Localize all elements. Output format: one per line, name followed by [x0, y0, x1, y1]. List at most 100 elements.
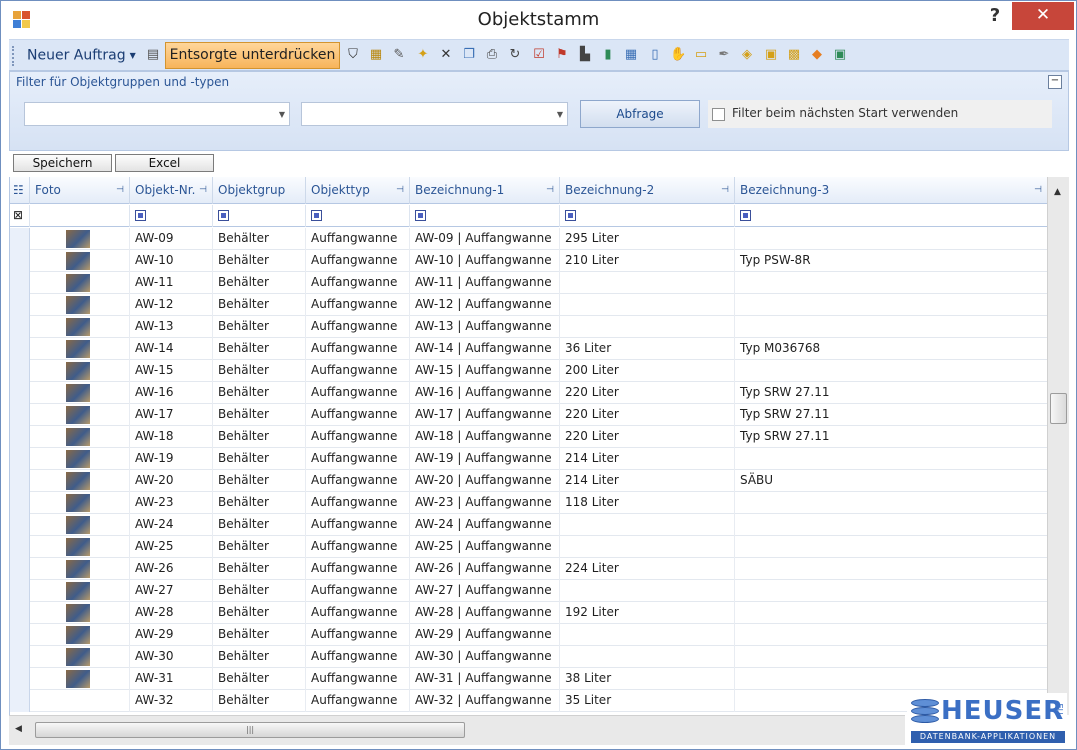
bez2-cell[interactable]: 220 Liter — [560, 426, 735, 448]
group-cell[interactable]: Behälter — [213, 580, 306, 602]
bez3-cell[interactable]: Typ SRW 27.11 — [735, 404, 1047, 426]
bez2-cell[interactable] — [560, 536, 735, 558]
bez2-cell[interactable] — [560, 294, 735, 316]
photo-cell[interactable] — [30, 536, 130, 558]
book-icon[interactable]: ▮ — [600, 47, 616, 63]
photo-cell[interactable] — [30, 294, 130, 316]
bez1-cell[interactable]: AW-14 | Auffangwanne — [410, 338, 560, 360]
bez1-cell[interactable]: AW-11 | Auffangwanne — [410, 272, 560, 294]
description-3-column-header[interactable]: Bezeichnung-3 ⊣ — [735, 177, 1047, 204]
paste-icon[interactable]: ▣ — [763, 47, 779, 63]
group-cell[interactable]: Behälter — [213, 602, 306, 624]
photo-cell[interactable] — [30, 382, 130, 404]
row-indicator[interactable] — [10, 514, 30, 536]
column-filter-cell[interactable] — [130, 205, 213, 227]
nr-cell[interactable]: AW-10 — [130, 250, 213, 272]
bez1-cell[interactable]: AW-18 | Auffangwanne — [410, 426, 560, 448]
nr-cell[interactable]: AW-09 — [130, 228, 213, 250]
photo-cell[interactable] — [30, 338, 130, 360]
group-cell[interactable]: Behälter — [213, 690, 306, 712]
row-indicator[interactable] — [10, 470, 30, 492]
photo-cell[interactable] — [30, 492, 130, 514]
vertical-scrollbar[interactable]: ▲ — [1047, 177, 1069, 715]
photo-cell[interactable] — [30, 580, 130, 602]
bez1-cell[interactable]: AW-32 | Auffangwanne — [410, 690, 560, 712]
nr-cell[interactable]: AW-25 — [130, 536, 213, 558]
row-indicator[interactable] — [10, 382, 30, 404]
bez3-cell[interactable] — [735, 492, 1047, 514]
group-cell[interactable]: Behälter — [213, 250, 306, 272]
photo-thumbnail[interactable] — [66, 362, 90, 380]
object-group-column-header[interactable]: Objektgrup — [213, 177, 306, 204]
group-cell[interactable]: Behälter — [213, 360, 306, 382]
bez2-cell[interactable]: 220 Liter — [560, 404, 735, 426]
nr-cell[interactable]: AW-23 — [130, 492, 213, 514]
nr-cell[interactable]: AW-17 — [130, 404, 213, 426]
new-order-dropdown[interactable]: Neuer Auftrag ▼ — [21, 43, 142, 68]
nr-cell[interactable]: AW-16 — [130, 382, 213, 404]
bez1-cell[interactable]: AW-20 | Auffangwanne — [410, 470, 560, 492]
bez1-cell[interactable]: AW-23 | Auffangwanne — [410, 492, 560, 514]
bez1-cell[interactable]: AW-13 | Auffangwanne — [410, 316, 560, 338]
table-row[interactable]: AW-18 Behälter Auffangwanne AW-18 | Auffang… — [10, 426, 1047, 448]
bez3-cell[interactable] — [735, 668, 1047, 690]
photo-cell[interactable] — [30, 360, 130, 382]
type-cell[interactable]: Auffangwanne — [306, 228, 410, 250]
bez3-cell[interactable] — [735, 360, 1047, 382]
bez2-cell[interactable]: 36 Liter — [560, 338, 735, 360]
nr-cell[interactable]: AW-31 — [130, 668, 213, 690]
description-1-column-header[interactable]: Bezeichnung-1 ⊣ — [410, 177, 560, 204]
table-row[interactable]: AW-27 Behälter Auffangwanne AW-27 | Auffang… — [10, 580, 1047, 602]
suppress-disposed-button[interactable]: Entsorgte unterdrücken — [165, 42, 340, 69]
row-indicator[interactable] — [10, 360, 30, 382]
group-cell[interactable]: Behälter — [213, 470, 306, 492]
column-filter-cell[interactable] — [306, 205, 410, 227]
type-cell[interactable]: Auffangwanne — [306, 668, 410, 690]
filter-operator-icon[interactable] — [311, 210, 322, 221]
tag-icon[interactable]: ◈ — [739, 47, 755, 63]
bez2-cell[interactable] — [560, 580, 735, 602]
table-row[interactable]: AW-25 Behälter Auffangwanne AW-25 | Auffang… — [10, 536, 1047, 558]
bez2-cell[interactable] — [560, 514, 735, 536]
photo-cell[interactable] — [30, 602, 130, 624]
type-cell[interactable]: Auffangwanne — [306, 470, 410, 492]
nr-cell[interactable]: AW-28 — [130, 602, 213, 624]
lock-icon[interactable]: ▩ — [786, 47, 802, 63]
table-row[interactable]: AW-31 Behälter Auffangwanne AW-31 | Auffang… — [10, 668, 1047, 690]
row-indicator[interactable] — [10, 646, 30, 668]
photo-thumbnail[interactable] — [66, 472, 90, 490]
bez2-cell[interactable]: 210 Liter — [560, 250, 735, 272]
photo-thumbnail[interactable] — [66, 648, 90, 666]
table-row[interactable]: AW-11 Behälter Auffangwanne AW-11 | Auffang… — [10, 272, 1047, 294]
bez3-cell[interactable] — [735, 448, 1047, 470]
photo-cell[interactable] — [30, 404, 130, 426]
nr-cell[interactable]: AW-27 — [130, 580, 213, 602]
photo-cell[interactable] — [30, 624, 130, 646]
type-cell[interactable]: Auffangwanne — [306, 382, 410, 404]
nr-cell[interactable]: AW-26 — [130, 558, 213, 580]
save-button[interactable]: Speichern — [13, 154, 112, 172]
photo-thumbnail[interactable] — [66, 340, 90, 358]
nr-cell[interactable]: AW-11 — [130, 272, 213, 294]
row-indicator[interactable] — [10, 624, 30, 646]
group-cell[interactable]: Behälter — [213, 382, 306, 404]
type-cell[interactable]: Auffangwanne — [306, 404, 410, 426]
row-indicator[interactable] — [10, 294, 30, 316]
pin-icon[interactable]: ⊣ — [721, 177, 729, 204]
pin-icon[interactable]: ⊣ — [546, 177, 554, 204]
filter-operator-icon[interactable] — [740, 210, 751, 221]
object-group-combo[interactable]: ▼ — [24, 102, 290, 126]
group-cell[interactable]: Behälter — [213, 536, 306, 558]
photo-thumbnail[interactable] — [66, 626, 90, 644]
pin-icon[interactable]: ⊣ — [199, 177, 207, 204]
photo-cell[interactable] — [30, 646, 130, 668]
excel-export-button[interactable]: Excel — [115, 154, 214, 172]
photo-cell[interactable] — [30, 558, 130, 580]
bez2-cell[interactable]: 118 Liter — [560, 492, 735, 514]
nr-cell[interactable]: AW-14 — [130, 338, 213, 360]
row-indicator[interactable] — [10, 492, 30, 514]
nr-cell[interactable]: AW-15 — [130, 360, 213, 382]
collapse-button[interactable]: − — [1048, 75, 1062, 89]
row-indicator[interactable] — [10, 316, 30, 338]
table-row[interactable]: AW-26 Behälter Auffangwanne AW-26 | Auffang… — [10, 558, 1047, 580]
